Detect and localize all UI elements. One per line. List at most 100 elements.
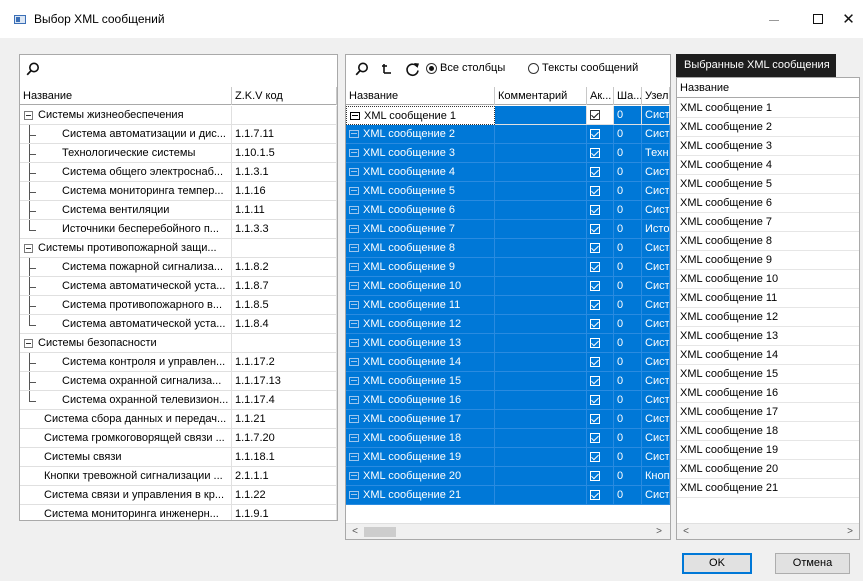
message-row[interactable]: XML сообщение 13 0 Сист xyxy=(346,334,670,353)
refresh-button[interactable] xyxy=(403,60,421,78)
selected-message-item[interactable]: XML сообщение 5 xyxy=(677,175,859,194)
tree-row[interactable]: Система мониторинга инженерн... 1.1.9.1 xyxy=(20,505,337,520)
message-row[interactable]: XML сообщение 12 0 Сист xyxy=(346,315,670,334)
tree-row[interactable]: Система автоматической уста... 1.1.8.7 xyxy=(20,277,337,296)
selected-message-item[interactable]: XML сообщение 14 xyxy=(677,346,859,365)
close-button[interactable]: ✕ xyxy=(834,0,863,38)
selected-message-item[interactable]: XML сообщение 20 xyxy=(677,460,859,479)
selected-message-item[interactable]: XML сообщение 12 xyxy=(677,308,859,327)
collapse-icon[interactable] xyxy=(24,339,33,348)
tree-row[interactable]: Система мониторинга темпер... 1.1.16 xyxy=(20,182,337,201)
message-row[interactable]: XML сообщение 7 0 Исто xyxy=(346,220,670,239)
active-checkbox[interactable] xyxy=(590,338,600,348)
message-row[interactable]: XML сообщение 11 0 Сист xyxy=(346,296,670,315)
tree-row[interactable]: Система связи и управления в кр... 1.1.22 xyxy=(20,486,337,505)
selected-message-item[interactable]: XML сообщение 9 xyxy=(677,251,859,270)
tree-row[interactable]: Источники бесперебойного п... 1.1.3.3 xyxy=(20,220,337,239)
tree-toggle-button[interactable] xyxy=(378,60,396,78)
selected-message-item[interactable]: XML сообщение 8 xyxy=(677,232,859,251)
selected-message-item[interactable]: XML сообщение 10 xyxy=(677,270,859,289)
tree-row[interactable]: Система автоматизации и дис... 1.1.7.11 xyxy=(20,125,337,144)
message-row[interactable]: XML сообщение 19 0 Сист xyxy=(346,448,670,467)
message-row[interactable]: XML сообщение 16 0 Сист xyxy=(346,391,670,410)
active-checkbox[interactable] xyxy=(590,129,600,139)
active-checkbox[interactable] xyxy=(590,471,600,481)
middle-horizontal-scrollbar[interactable]: < > xyxy=(346,523,670,539)
active-checkbox[interactable] xyxy=(590,243,600,253)
selected-message-item[interactable]: XML сообщение 19 xyxy=(677,441,859,460)
left-search-button[interactable] xyxy=(23,59,43,79)
tree-row[interactable]: Система охранной телевизион... 1.1.17.4 xyxy=(20,391,337,410)
message-row[interactable]: XML сообщение 3 0 Техн xyxy=(346,144,670,163)
active-checkbox[interactable] xyxy=(590,186,600,196)
tree-row[interactable]: Система автоматической уста... 1.1.8.4 xyxy=(20,315,337,334)
selected-message-item[interactable]: XML сообщение 21 xyxy=(677,479,859,498)
tree-row[interactable]: Система общего электроснаб... 1.1.3.1 xyxy=(20,163,337,182)
column-header-comment[interactable]: Комментарий xyxy=(495,87,587,105)
tree-row[interactable]: Система противопожарного в... 1.1.8.5 xyxy=(20,296,337,315)
scroll-left-arrow[interactable]: < xyxy=(679,525,693,539)
right-horizontal-scrollbar[interactable]: < > xyxy=(677,523,859,539)
selected-message-item[interactable]: XML сообщение 6 xyxy=(677,194,859,213)
minimize-button[interactable] xyxy=(752,0,796,38)
message-row[interactable]: XML сообщение 15 0 Сист xyxy=(346,372,670,391)
selected-message-item[interactable]: XML сообщение 7 xyxy=(677,213,859,232)
cancel-button[interactable]: Отмена xyxy=(775,553,850,574)
column-header-code[interactable]: Z.K.V код xyxy=(232,87,337,105)
scrollbar-thumb[interactable] xyxy=(364,527,396,537)
tree-row[interactable]: Система контроля и управлен... 1.1.17.2 xyxy=(20,353,337,372)
message-row[interactable]: XML сообщение 1 0 Сист xyxy=(346,106,670,125)
active-checkbox[interactable] xyxy=(590,148,600,158)
collapse-icon[interactable] xyxy=(24,111,33,120)
column-header-step[interactable]: Ша... xyxy=(614,87,642,105)
message-row[interactable]: XML сообщение 20 0 Кноп xyxy=(346,467,670,486)
message-row[interactable]: XML сообщение 14 0 Сист xyxy=(346,353,670,372)
tree-row[interactable]: Система сбора данных и передач... 1.1.21 xyxy=(20,410,337,429)
active-checkbox[interactable] xyxy=(590,376,600,386)
column-header-node[interactable]: Узел xyxy=(642,87,670,105)
active-checkbox[interactable] xyxy=(590,414,600,424)
selected-message-item[interactable]: XML сообщение 18 xyxy=(677,422,859,441)
selected-message-item[interactable]: XML сообщение 2 xyxy=(677,118,859,137)
selected-message-item[interactable]: XML сообщение 15 xyxy=(677,365,859,384)
column-header-name[interactable]: Название xyxy=(677,78,859,98)
tree-row[interactable]: Кнопки тревожной сигнализации ... 2.1.1.1 xyxy=(20,467,337,486)
active-checkbox[interactable] xyxy=(590,110,600,120)
active-checkbox[interactable] xyxy=(590,205,600,215)
active-checkbox[interactable] xyxy=(590,224,600,234)
radio-message-texts-indicator[interactable] xyxy=(528,62,539,74)
column-header-name[interactable]: Название xyxy=(346,87,495,105)
active-checkbox[interactable] xyxy=(590,490,600,500)
active-checkbox[interactable] xyxy=(590,357,600,367)
active-checkbox[interactable] xyxy=(590,281,600,291)
ok-button[interactable]: OK xyxy=(682,553,752,574)
message-row[interactable]: XML сообщение 21 0 Сист xyxy=(346,486,670,505)
message-row[interactable]: XML сообщение 8 0 Сист xyxy=(346,239,670,258)
column-header-active[interactable]: Ак... xyxy=(587,87,614,105)
message-row[interactable]: XML сообщение 2 0 Сист xyxy=(346,125,670,144)
selected-message-item[interactable]: XML сообщение 1 xyxy=(677,99,859,118)
radio-all-columns-indicator[interactable] xyxy=(426,62,437,74)
scroll-right-arrow[interactable]: > xyxy=(652,525,666,539)
tree-row[interactable]: Системы безопасности xyxy=(20,334,337,353)
active-checkbox[interactable] xyxy=(590,167,600,177)
radio-all-columns[interactable]: Все столбцы xyxy=(426,62,505,74)
tree-row[interactable]: Технологические системы 1.10.1.5 xyxy=(20,144,337,163)
collapse-icon[interactable] xyxy=(24,244,33,253)
tree-row[interactable]: Системы связи 1.1.18.1 xyxy=(20,448,337,467)
selected-message-item[interactable]: XML сообщение 13 xyxy=(677,327,859,346)
message-row[interactable]: XML сообщение 5 0 Сист xyxy=(346,182,670,201)
middle-search-button[interactable] xyxy=(353,60,371,78)
active-checkbox[interactable] xyxy=(590,452,600,462)
radio-message-texts[interactable]: Тексты сообщений xyxy=(528,62,638,74)
message-row[interactable]: XML сообщение 6 0 Сист xyxy=(346,201,670,220)
tree-row[interactable]: Система вентиляции 1.1.11 xyxy=(20,201,337,220)
tree-row[interactable]: Система громкоговорящей связи ... 1.1.7.2… xyxy=(20,429,337,448)
column-header-name[interactable]: Название xyxy=(20,87,232,105)
message-row[interactable]: XML сообщение 4 0 Сист xyxy=(346,163,670,182)
active-checkbox[interactable] xyxy=(590,319,600,329)
scroll-right-arrow[interactable]: > xyxy=(843,525,857,539)
scroll-left-arrow[interactable]: < xyxy=(348,525,362,539)
selected-message-item[interactable]: XML сообщение 16 xyxy=(677,384,859,403)
active-checkbox[interactable] xyxy=(590,262,600,272)
